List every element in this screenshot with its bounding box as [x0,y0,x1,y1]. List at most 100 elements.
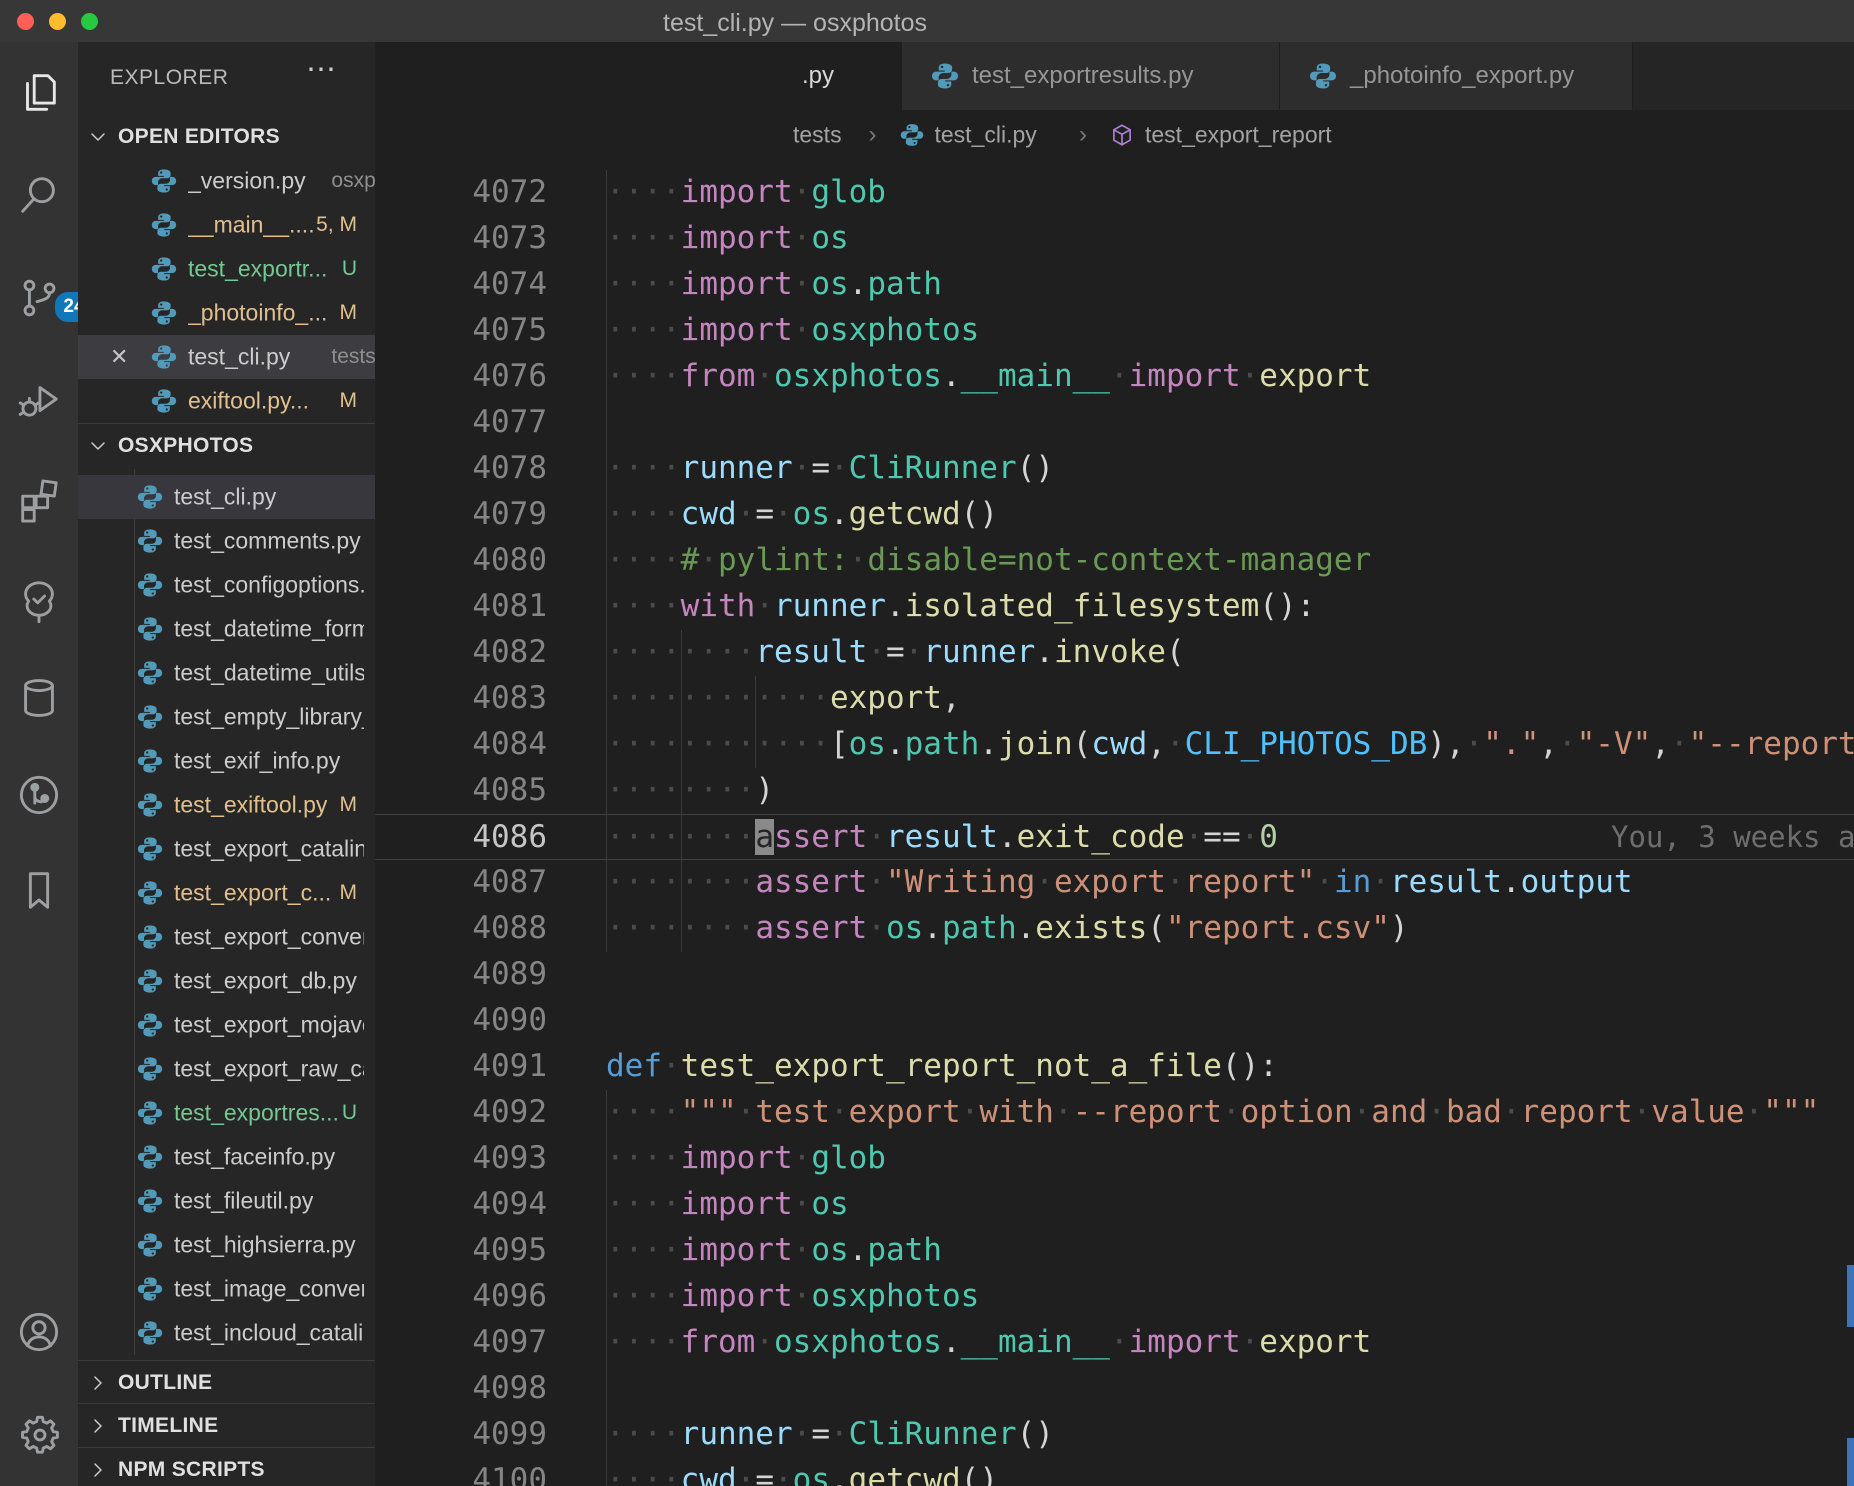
code-line-4099[interactable]: 4099····runner·=·CliRunner() [375,1412,1854,1458]
git-blame-annotation: You, 3 weeks ago • Added — [1611,815,1854,859]
code-line-4085[interactable]: 4085········) [375,768,1854,814]
tree-item[interactable]: test_comments.py [78,519,375,563]
tree-item[interactable]: test_exiftool.pyM [78,783,375,827]
section-header-project[interactable]: OSXPHOTOS [78,423,375,468]
bookmarks-icon[interactable] [16,867,62,913]
tree-item[interactable]: test_image_convert... [78,1267,375,1311]
tree-item[interactable]: test_datetime_utils.... [78,651,375,695]
explorer-more-actions-icon[interactable]: ⋯ [306,52,338,87]
run-debug-icon[interactable] [16,377,62,423]
code-line-4090[interactable]: 4090 [375,998,1854,1044]
file-name: test_exportr... [188,256,327,283]
tree-item[interactable]: test_highsierra.py [78,1223,375,1267]
code-line-4076[interactable]: 4076····from·osxphotos.__main__·import·e… [375,354,1854,400]
tree-item[interactable]: test_configoptions.... [78,563,375,607]
zoom-window-button[interactable] [81,13,98,30]
section-header-open-editors[interactable]: OPEN EDITORS [78,115,375,159]
code-text: ····#·pylint:·disable=not-context-manage… [606,538,1371,582]
code-line-4095[interactable]: 4095····import·os.path [375,1228,1854,1274]
code-line-4091[interactable]: 4091def·test_export_report_not_a_file(): [375,1044,1854,1090]
code-text: ····import·glob [606,170,886,214]
code-line-4096[interactable]: 4096····import·osxphotos [375,1274,1854,1320]
tree-item[interactable]: test_fileutil.py [78,1179,375,1223]
tree-item[interactable]: test_export_db.py [78,959,375,1003]
tree-item[interactable]: test_export_mojave... [78,1003,375,1047]
code-line-4094[interactable]: 4094····import·os [375,1182,1854,1228]
python-file-icon [136,835,164,863]
code-line-4087[interactable]: 4087········assert·"Writing·export·repor… [375,860,1854,906]
tree-item[interactable]: test_export_catalin... [78,827,375,871]
code-editor[interactable]: 4072····import·glob4073····import·os4074… [375,0,1854,1486]
file-name: test_exportres... [174,1100,339,1127]
tree-item[interactable]: test_datetime_form... [78,607,375,651]
code-line-4098[interactable]: 4098 [375,1366,1854,1412]
code-line-4089[interactable]: 4089 [375,952,1854,998]
tree-item[interactable]: test_incloud_catali... [78,1311,375,1355]
section-header-outline[interactable]: OUTLINE [78,1360,375,1405]
line-number: 4078 [375,446,547,490]
open-editor-item[interactable]: exiftool.py...M [78,379,375,423]
code-line-4075[interactable]: 4075····import·osxphotos [375,308,1854,354]
code-line-4082[interactable]: 4082········result·=·runner.invoke( [375,630,1854,676]
code-line-4088[interactable]: 4088········assert·os.path.exists("repor… [375,906,1854,952]
code-line-4084[interactable]: 4084············[os.path.join(cwd,·CLI_P… [375,722,1854,768]
code-line-4079[interactable]: 4079····cwd·=·os.getcwd() [375,492,1854,538]
code-text: ········assert·"Writing·export·report"·i… [606,860,1633,904]
open-editor-item[interactable]: ✕test_cli.pytests [78,335,375,379]
testing-tree-icon[interactable] [16,577,62,623]
file-name: test_configoptions.... [174,572,364,599]
code-line-4086[interactable]: 4086········assert·result.exit_code·==·0… [375,814,1854,860]
code-line-4078[interactable]: 4078····runner·=·CliRunner() [375,446,1854,492]
tree-item[interactable]: test_cli.py [78,475,375,519]
close-window-button[interactable] [17,13,34,30]
line-number: 4077 [375,400,547,444]
code-line-4080[interactable]: 4080····#·pylint:·disable=not-context-ma… [375,538,1854,584]
code-line-4077[interactable]: 4077 [375,400,1854,446]
gitlens-icon[interactable] [16,772,62,818]
tree-item[interactable]: test_faceinfo.py [78,1135,375,1179]
open-editor-item[interactable]: __main__....5, M [78,203,375,247]
minimize-window-button[interactable] [49,13,66,30]
search-icon[interactable] [16,172,62,218]
python-file-icon [136,1231,164,1259]
code-line-4081[interactable]: 4081····with·runner.isolated_filesystem(… [375,584,1854,630]
code-line-4092[interactable]: 4092····"""·test·export·with·--report·op… [375,1090,1854,1136]
account-icon[interactable] [16,1309,62,1355]
close-editor-icon[interactable]: ✕ [110,344,128,370]
code-line-4072[interactable]: 4072····import·glob [375,170,1854,216]
tree-item[interactable]: test_exportres...U [78,1091,375,1135]
section-header-npm-scripts[interactable]: NPM SCRIPTS [78,1447,375,1486]
section-label: OUTLINE [118,1371,212,1395]
overview-ruler-modified-mark [1847,1438,1854,1486]
tree-item[interactable]: test_export_c...M [78,871,375,915]
code-line-4093[interactable]: 4093····import·glob [375,1136,1854,1182]
code-text: ····import·os [606,1182,849,1226]
python-file-icon [136,1055,164,1083]
tree-item[interactable]: test_empty_library_... [78,695,375,739]
code-line-4100[interactable]: 4100····cwd·=·os.getcwd() [375,1458,1854,1486]
code-line-4074[interactable]: 4074····import·os.path [375,262,1854,308]
overview-ruler-modified-mark [1847,1265,1854,1327]
file-name: test_cli.py [174,484,276,511]
tree-item[interactable]: test_exif_info.py [78,739,375,783]
settings-icon[interactable] [16,1412,62,1458]
explorer-icon[interactable] [16,69,62,115]
section-label: TIMELINE [118,1414,218,1438]
extensions-icon[interactable] [16,477,62,523]
tree-item[interactable]: test_export_conver... [78,915,375,959]
code-text: ····import·osxphotos [606,1274,979,1318]
code-text: ········assert·os.path.exists("report.cs… [606,906,1409,950]
python-file-icon [136,747,164,775]
open-editor-item[interactable]: test_exportr...U [78,247,375,291]
open-editor-item[interactable]: _photoinfo_...M [78,291,375,335]
source-control-icon[interactable]: 24 [16,275,62,321]
tree-item[interactable]: test_export_raw_ca... [78,1047,375,1091]
code-line-4073[interactable]: 4073····import·os [375,216,1854,262]
file-name: test_cli.py [188,344,290,371]
line-number: 4082 [375,630,547,674]
code-line-4097[interactable]: 4097····from·osxphotos.__main__·import·e… [375,1320,1854,1366]
code-line-4083[interactable]: 4083············export, [375,676,1854,722]
open-editor-item[interactable]: _version.pyosxp... [78,159,375,203]
section-header-timeline[interactable]: TIMELINE [78,1403,375,1448]
database-icon[interactable] [16,675,62,721]
